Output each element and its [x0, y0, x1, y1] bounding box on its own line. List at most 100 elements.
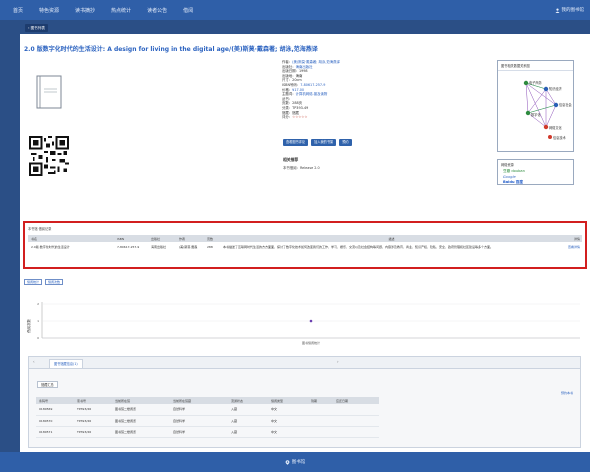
holdings-table: 条码号 索书号 当前所在馆 当前所在馆藏 流通状态 借阅类型 到期 应还日期 0…: [36, 397, 379, 438]
cell-return: [333, 415, 379, 427]
holdings-panel: ‹ 图书馆藏信息(1) › 馆藏汇总 预约本书 条码号 索书号 当前所在馆 当前…: [28, 356, 581, 448]
cell-library: 图书馆二楼阅览: [112, 426, 170, 438]
meta-author-link[interactable]: (美)斯莫·戴森著; 胡泳,范海燕译: [292, 60, 340, 64]
sub-bar: [0, 20, 590, 34]
nav-item-stats[interactable]: 热点统计: [111, 7, 131, 14]
meta-label: 作者：: [282, 60, 293, 64]
x-tick-label: 图书借阅统计: [302, 340, 320, 345]
borrow-record-highlight: 本书馆 借阅记录 书名 ISBN 出版社 作者 页数 描述 详情 2.0版·数字…: [23, 221, 587, 269]
footer: 图书馆: [0, 452, 590, 472]
y-tick-label: 1: [37, 319, 39, 323]
col-header: 作者: [176, 235, 204, 242]
book-metadata: 作者：(美)斯莫·戴森著; 胡泳,范海燕译 出版社：海南出版社 出版日期：199…: [282, 60, 402, 120]
cell-isbn: 7-80617-257-9: [117, 244, 140, 249]
table-row: 0180570 TP393/26 图书馆二楼阅览 自然科学 入藏 中文: [36, 415, 379, 427]
cell-due: [308, 415, 333, 427]
meta-label: 分类：: [282, 105, 293, 110]
meta-row: 评分：☆☆☆☆☆: [282, 115, 402, 120]
cell-callno: TP393/26: [74, 426, 112, 438]
tab-prev-icon[interactable]: ‹: [33, 359, 35, 364]
graph-node: [525, 110, 531, 116]
meta-label: 馆藏：: [282, 110, 293, 115]
cell-return: [333, 404, 379, 416]
view-reviews-button[interactable]: 查看图书评论: [283, 139, 309, 146]
meta-label: 出版日期：: [282, 69, 299, 74]
meta-isbn-link[interactable]: 7-80617-257-9: [300, 83, 325, 87]
cell-return: [333, 426, 379, 438]
view-detail-link[interactable]: 查看详情: [560, 242, 582, 251]
holdings-summary-button[interactable]: 馆藏汇总: [37, 381, 58, 388]
col-header: 条码号: [36, 397, 74, 404]
relation-graph-panel: 图书相关数据关系图 电子商务 知识经济 信息社会 数字化 网络文化 信息技术: [497, 60, 574, 152]
reserve-link[interactable]: 预约本书: [561, 391, 573, 395]
add-to-shelf-button[interactable]: 加入我的书架: [311, 139, 337, 146]
google-link[interactable]: Google: [503, 175, 516, 179]
tab-holdings[interactable]: 图书馆藏信息(1): [49, 359, 83, 368]
cell-name: 2.0版·数字化时代的生活设计: [31, 244, 70, 249]
nav-item-home[interactable]: 首页: [13, 7, 23, 14]
meta-label: 出版地：: [282, 73, 296, 78]
meta-label: 主题词：: [282, 92, 296, 97]
graph-node-label: 信息社会: [559, 102, 573, 107]
chip-borrow-stats[interactable]: 借阅统计: [24, 279, 43, 285]
meta-value: TP393-49: [292, 105, 309, 110]
reserve-button[interactable]: 预约: [339, 139, 352, 146]
col-header: 描述: [220, 235, 560, 242]
resources-title: 网络资源: [501, 163, 514, 167]
cell-callno: TP393/26: [74, 415, 112, 427]
back-button[interactable]: ‹ 图书列表: [25, 24, 48, 32]
meta-publisher-link[interactable]: 海南出版社: [296, 65, 313, 69]
cell-status: 入藏: [228, 415, 268, 427]
meta-subject-link[interactable]: 计算机网络-普及读物: [296, 92, 328, 96]
cell-library: 图书馆二楼阅览: [112, 404, 170, 416]
top-navigation: 首页 特色资源 读书摘抄 热点统计 读者公告 借阅 我的图书馆: [0, 0, 590, 20]
cell-pages: 288: [207, 244, 213, 249]
tab-next-icon[interactable]: ›: [337, 359, 339, 364]
table-header-row: 条码号 索书号 当前所在馆 当前所在馆藏 流通状态 借阅类型 到期 应还日期: [36, 397, 379, 404]
col-header: 页数: [204, 235, 220, 242]
col-header: 当前所在馆藏: [170, 397, 228, 404]
graph-node: [553, 102, 559, 108]
cell-type: 中文: [268, 426, 308, 438]
meta-label: 价格：: [282, 87, 293, 92]
borrow-chart: 借阅次数 2 1 0 图书借阅统计: [26, 302, 580, 345]
meta-label: 尺寸：: [282, 78, 293, 83]
cell-barcode: 0180570: [36, 415, 74, 427]
footer-text: 图书馆: [291, 460, 306, 465]
cell-callno: TP393/26: [74, 404, 112, 416]
meta-value: 海南: [295, 73, 303, 78]
nav-item-notices[interactable]: 读者公告: [147, 7, 167, 14]
account-link[interactable]: 我的图书馆: [555, 7, 584, 13]
nav-item-reading[interactable]: 读书摘抄: [75, 7, 95, 14]
cell-collection: 自然科学: [170, 404, 228, 416]
qr-code: [29, 136, 69, 176]
graph-node-label: 网络文化: [549, 125, 563, 130]
user-icon: [555, 8, 559, 13]
meta-value: 288页: [292, 101, 303, 106]
cell-status: 入藏: [228, 426, 268, 438]
graph-node-label: 知识经济: [549, 86, 563, 91]
cell-type: 中文: [268, 415, 308, 427]
col-header: 详情: [560, 235, 582, 242]
rating-stars[interactable]: ☆☆☆☆☆: [292, 115, 307, 119]
relation-graph[interactable]: 电子商务 知识经济 信息社会 数字化 网络文化 信息技术: [498, 71, 575, 151]
chip-borrow-count[interactable]: 借阅次数: [45, 279, 64, 285]
douban-link[interactable]: 豆瓣 douban: [503, 169, 525, 174]
meta-value: 1998: [298, 69, 308, 74]
borrow-record-table: 书名 ISBN 出版社 作者 页数 描述 详情 2.0版·数字化时代的生活设计 …: [28, 235, 582, 251]
book-title: 2.0 版数字化时代的生活设计: A design for living in …: [24, 46, 318, 53]
graph-node-label: 数字化: [531, 112, 541, 117]
graph-node: [548, 135, 552, 139]
nav-item-borrow[interactable]: 借阅: [183, 7, 193, 14]
meta-label: 出版社：: [282, 64, 296, 69]
col-header: 书名: [28, 235, 114, 242]
nav-item-special[interactable]: 特色资源: [39, 7, 59, 14]
y-tick-label: 0: [37, 336, 39, 340]
graph-node: [543, 124, 549, 130]
table-header-row: 书名 ISBN 出版社 作者 页数 描述 详情: [28, 235, 582, 242]
meta-value: 20cm: [292, 78, 302, 83]
baidu-link[interactable]: Baidu 百度: [503, 180, 523, 185]
cell-description: 本书描述了互联网时代生活的方方面面，探讨了数字化技术如何改变我们的工作、学习、娱…: [223, 244, 494, 249]
col-header: 索书号: [74, 397, 112, 404]
cell-due: [308, 404, 333, 416]
